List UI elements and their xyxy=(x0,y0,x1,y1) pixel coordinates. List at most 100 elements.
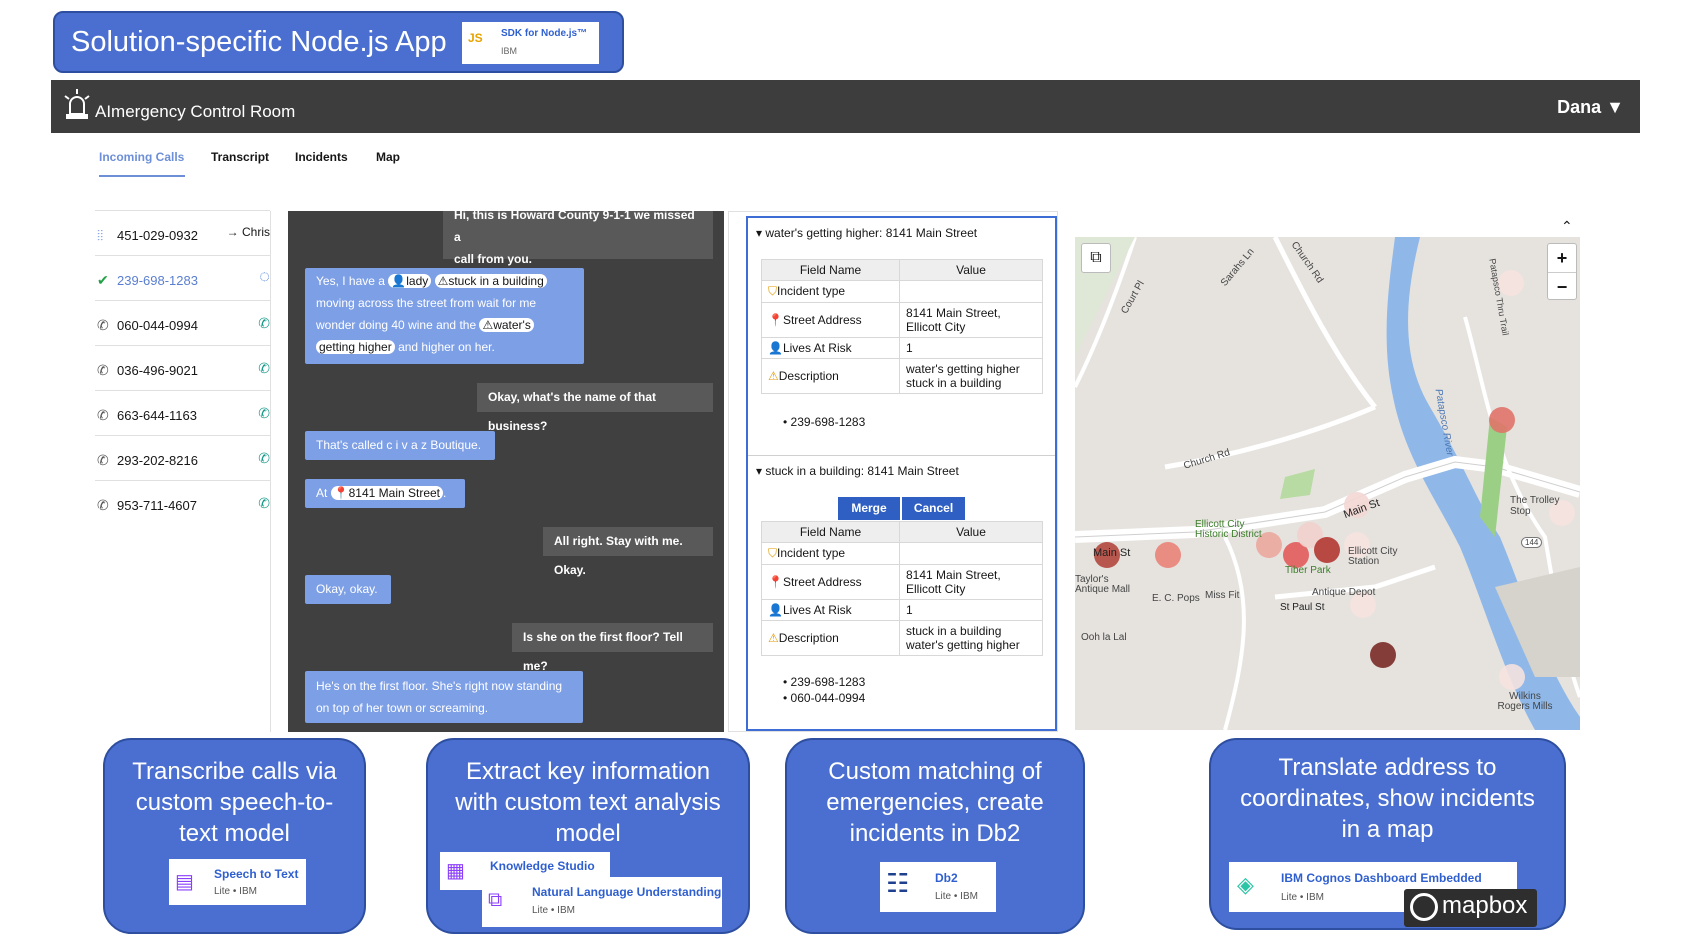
field-name: Description xyxy=(778,369,839,383)
field-name: Lives At Risk xyxy=(782,603,852,617)
caller-message: He's on the first floor. She's right now… xyxy=(305,671,583,723)
callout-text: Translate address to coordinates, show i… xyxy=(1240,754,1535,843)
db2-icon: ☷ xyxy=(886,868,910,898)
service-plan: Lite • IBM xyxy=(935,891,978,902)
map-label: Ooh la Lal xyxy=(1081,632,1127,643)
call-item[interactable]: ✆ 036-496-9021 ✆ xyxy=(95,346,270,391)
field-name: Lives At Risk xyxy=(782,341,852,355)
merge-button[interactable]: Merge xyxy=(838,497,900,520)
message-text: wonder doing 40 wine and the xyxy=(316,318,480,332)
call-item[interactable]: ✆ 663-644-1163 ✆ xyxy=(95,391,270,436)
main-street-road xyxy=(1075,455,1580,543)
service-card-speech-to-text: ▤ Speech to Text Lite • IBM xyxy=(169,859,306,905)
call-item[interactable]: ✆ 293-202-8216 ✆ xyxy=(95,436,270,481)
entity-tag-person: 👤lady xyxy=(388,274,432,288)
incident-header[interactable]: ▾ water's getting higher: 8141 Main Stre… xyxy=(756,226,977,240)
map-label: Ellicott City Historic District xyxy=(1195,519,1262,540)
person-icon: 👤 xyxy=(768,603,783,617)
operator-message: Okay, what's the name of that business? xyxy=(477,383,713,433)
sdk-vendor: IBM xyxy=(501,46,518,56)
linked-call-number: 239-698-1283 xyxy=(790,415,866,429)
caller-message: At 📍8141 Main Street. xyxy=(305,479,465,508)
call-number: 036-496-9021 xyxy=(117,363,198,378)
warning-icon: ⚠ xyxy=(768,369,779,383)
app-header: AImergency Control Room Dana ▼ xyxy=(51,80,1640,133)
service-name: IBM Cognos Dashboard Embedded xyxy=(1281,871,1482,885)
call-item[interactable]: ⦙⦙ 451-029-0932 → Chris xyxy=(95,211,270,256)
column-header: Field Name xyxy=(761,259,900,281)
service-card-nlu: ⧉ Natural Language Understanding Lite • … xyxy=(482,877,722,927)
map-label: The Trolley Stop xyxy=(1510,495,1560,517)
knowledge-studio-icon: ▦ xyxy=(446,860,465,882)
sdk-card: JS SDK for Node.js™ IBM xyxy=(462,22,599,64)
field-value[interactable]: 1 xyxy=(899,337,1043,359)
field-name: Incident type xyxy=(777,284,846,298)
call-number: 451-029-0932 xyxy=(117,228,198,243)
field-value[interactable] xyxy=(899,542,1043,565)
answer-call-icon[interactable]: ✆ xyxy=(258,315,270,332)
solution-banner: Solution-specific Node.js App JS SDK for… xyxy=(53,11,624,73)
message-text: At xyxy=(316,486,331,500)
mapbox-wordmark: mapbox xyxy=(1442,892,1528,919)
map-layers-icon[interactable]: ⧉ xyxy=(1081,243,1111,273)
incident-marker[interactable] xyxy=(1155,542,1181,568)
service-plan: Lite • IBM xyxy=(1281,892,1324,903)
column-header: Value xyxy=(899,521,1043,543)
field-value[interactable]: water's getting higher stuck in a buildin… xyxy=(899,358,1043,394)
call-item[interactable]: ✆ 060-044-0994 ✆ xyxy=(95,301,270,346)
park-area xyxy=(1480,417,1507,537)
collapse-chevron-icon[interactable]: ⌃ xyxy=(1561,218,1573,235)
divider xyxy=(270,211,271,732)
field-value[interactable]: 8141 Main Street, Ellicott City xyxy=(899,302,1043,338)
value-line: water's getting higher xyxy=(906,638,1020,652)
mapbox-icon xyxy=(1410,893,1438,921)
incident-header[interactable]: ▾ stuck in a building: 8141 Main Street xyxy=(756,464,959,478)
incident-marker[interactable] xyxy=(1499,664,1525,690)
user-menu[interactable]: Dana ▼ xyxy=(1557,97,1624,118)
answer-call-icon[interactable]: ✆ xyxy=(258,495,270,512)
service-name: Db2 xyxy=(935,871,958,885)
call-number: 953-711-4607 xyxy=(117,498,197,513)
answer-call-icon[interactable]: ✆ xyxy=(258,405,270,422)
zoom-out-button[interactable]: − xyxy=(1548,273,1576,301)
zoom-control: + − xyxy=(1547,243,1577,300)
value-line: Ellicott City xyxy=(906,320,966,334)
linked-call-number: 239-698-1283 xyxy=(790,675,866,689)
phone-icon: ✆ xyxy=(97,362,109,378)
incident-map[interactable]: Main St Main St Church Rd Church Rd Cour… xyxy=(1075,237,1580,730)
incident-type-icon: ⛉ xyxy=(768,284,778,298)
cancel-button[interactable]: Cancel xyxy=(902,497,965,520)
service-plan: Lite • IBM xyxy=(532,905,575,916)
tab-transcript[interactable]: Transcript xyxy=(211,150,269,164)
call-item[interactable]: ✆ 953-711-4607 ✆ xyxy=(95,481,270,526)
operator-message: All right. Stay with me. Okay. xyxy=(543,527,713,577)
active-tab-indicator xyxy=(99,175,185,177)
value-line: stuck in a building xyxy=(906,376,1002,390)
incident-marker[interactable] xyxy=(1489,407,1515,433)
call-item[interactable]: ✔ 239-698-1283 ◌ xyxy=(95,256,270,301)
incident-marker[interactable] xyxy=(1370,642,1396,668)
voice-wave-icon: ⦙⦙ xyxy=(97,227,104,243)
transcript-panel[interactable]: Hi, this is Howard County 9-1-1 we misse… xyxy=(288,211,724,732)
incident-marker[interactable] xyxy=(1314,537,1340,563)
service-name: Knowledge Studio xyxy=(490,859,595,873)
location-pin-icon: 📍 xyxy=(768,575,783,589)
answer-call-icon[interactable]: ✆ xyxy=(258,450,270,467)
tab-incoming-calls[interactable]: Incoming Calls xyxy=(99,150,184,164)
operator-message: Hi, this is Howard County 9-1-1 we misse… xyxy=(443,211,713,266)
field-value[interactable] xyxy=(899,280,1043,303)
field-name: Description xyxy=(778,631,839,645)
field-value[interactable]: stuck in a building water's getting highe… xyxy=(899,620,1043,656)
tab-incidents[interactable]: Incidents xyxy=(295,150,348,164)
entity-tag-hazard: ⚠stuck in a building xyxy=(434,274,547,288)
tab-map[interactable]: Map xyxy=(376,150,400,164)
incident-type-icon: ⛉ xyxy=(768,546,778,560)
answer-call-icon[interactable]: ✆ xyxy=(258,360,270,377)
service-name: Natural Language Understanding xyxy=(532,885,722,899)
value-line: 8141 Main Street, xyxy=(906,568,1001,582)
field-value[interactable]: 8141 Main Street, Ellicott City xyxy=(899,564,1043,600)
field-value[interactable]: 1 xyxy=(899,599,1043,621)
zoom-in-button[interactable]: + xyxy=(1548,244,1576,273)
message-text: and higher on her. xyxy=(394,340,495,354)
map-label: Miss Fit xyxy=(1205,590,1240,601)
